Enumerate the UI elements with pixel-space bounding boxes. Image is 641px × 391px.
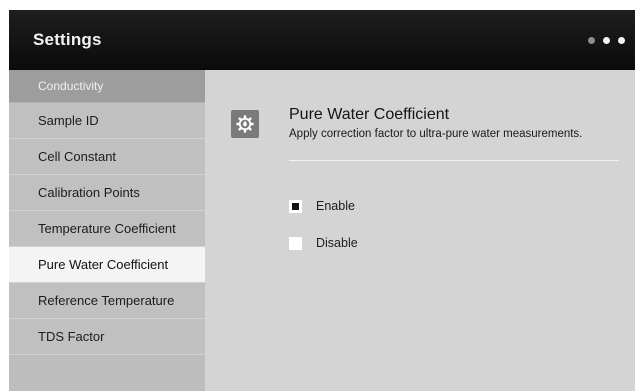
sidebar-item-label: Temperature Coefficient [38,221,176,236]
dot-icon [603,37,610,44]
sidebar-item-label: Pure Water Coefficient [38,257,169,272]
radio-unselected-icon[interactable] [289,236,302,250]
sidebar-item-temperature-coefficient[interactable]: Temperature Coefficient [9,211,205,247]
setting-title: Pure Water Coefficient [289,106,450,123]
sidebar-item-label: Calibration Points [38,185,140,200]
water-drop-gear-icon [231,110,259,138]
sidebar-item-label: Cell Constant [38,149,117,164]
sidebar-item-label: Sample ID [38,113,99,128]
sidebar-item-cell-constant[interactable]: Cell Constant [9,139,205,175]
detail-panel: Pure Water Coefficient Apply correction … [205,70,635,391]
more-options-icon[interactable] [588,37,625,44]
dot-icon [618,37,625,44]
enable-option[interactable]: Enable [289,199,355,213]
sidebar-item-pure-water-coefficient[interactable]: Pure Water Coefficient [9,247,205,283]
settings-window: Settings Conductivity Sample ID Cell Con… [9,10,635,391]
option-label: Enable [316,199,355,213]
page-title: Settings [33,30,102,49]
sidebar-item-label: Reference Temperature [38,293,175,308]
sidebar: Conductivity Sample ID Cell Constant Cal… [9,70,205,391]
sidebar-section-header: Conductivity [9,70,205,103]
sidebar-item-sample-id[interactable]: Sample ID [9,103,205,139]
radio-selected-icon[interactable] [289,199,302,213]
disable-option[interactable]: Disable [289,236,358,250]
sidebar-item-reference-temperature[interactable]: Reference Temperature [9,283,205,319]
sidebar-item-label: TDS Factor [38,329,105,344]
option-label: Disable [316,236,358,250]
sidebar-item-tds-factor[interactable]: TDS Factor [9,319,205,355]
sidebar-item-calibration-points[interactable]: Calibration Points [9,175,205,211]
setting-description: Apply correction factor to ultra-pure wa… [289,128,583,140]
dot-icon [588,37,595,44]
title-bar: Settings [9,10,635,70]
divider [289,160,619,161]
